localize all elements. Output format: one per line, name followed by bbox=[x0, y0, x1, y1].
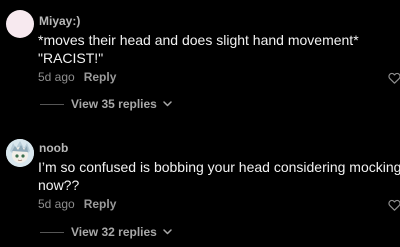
comment-text-line: *moves their head and does slight hand m… bbox=[38, 32, 359, 48]
replies-divider bbox=[40, 104, 64, 105]
reply-button[interactable]: Reply bbox=[84, 197, 117, 211]
view-replies-button[interactable]: View 35 replies bbox=[71, 97, 172, 111]
chevron-down-icon bbox=[163, 229, 172, 235]
comment-meta: 5d ago Reply bbox=[38, 70, 116, 84]
comment-meta: 5d ago Reply bbox=[38, 197, 116, 211]
comment-username[interactable]: Miyay:) bbox=[39, 14, 80, 28]
comment-text-line: now?? bbox=[38, 177, 80, 193]
comment-username[interactable]: noob bbox=[39, 141, 68, 155]
replies-divider bbox=[40, 232, 64, 233]
avatar[interactable] bbox=[6, 139, 34, 167]
comment-text-line: I’m so confused is bobbing your head con… bbox=[38, 159, 400, 175]
comments-panel: Miyay:) *moves their head and does sligh… bbox=[0, 0, 400, 247]
view-replies-label: View 32 replies bbox=[71, 225, 157, 239]
view-replies-label: View 35 replies bbox=[71, 97, 157, 111]
avatar-image bbox=[6, 139, 34, 167]
comment-text-line: "RACIST!" bbox=[38, 50, 104, 66]
avatar[interactable] bbox=[6, 10, 34, 38]
heart-outline-icon[interactable] bbox=[388, 72, 400, 84]
chevron-down-icon bbox=[163, 101, 172, 107]
view-replies-button[interactable]: View 32 replies bbox=[71, 225, 172, 239]
heart-outline-icon[interactable] bbox=[388, 199, 400, 211]
reply-button[interactable]: Reply bbox=[84, 70, 117, 84]
comment-timestamp: 5d ago bbox=[38, 197, 75, 211]
comment-timestamp: 5d ago bbox=[38, 70, 75, 84]
